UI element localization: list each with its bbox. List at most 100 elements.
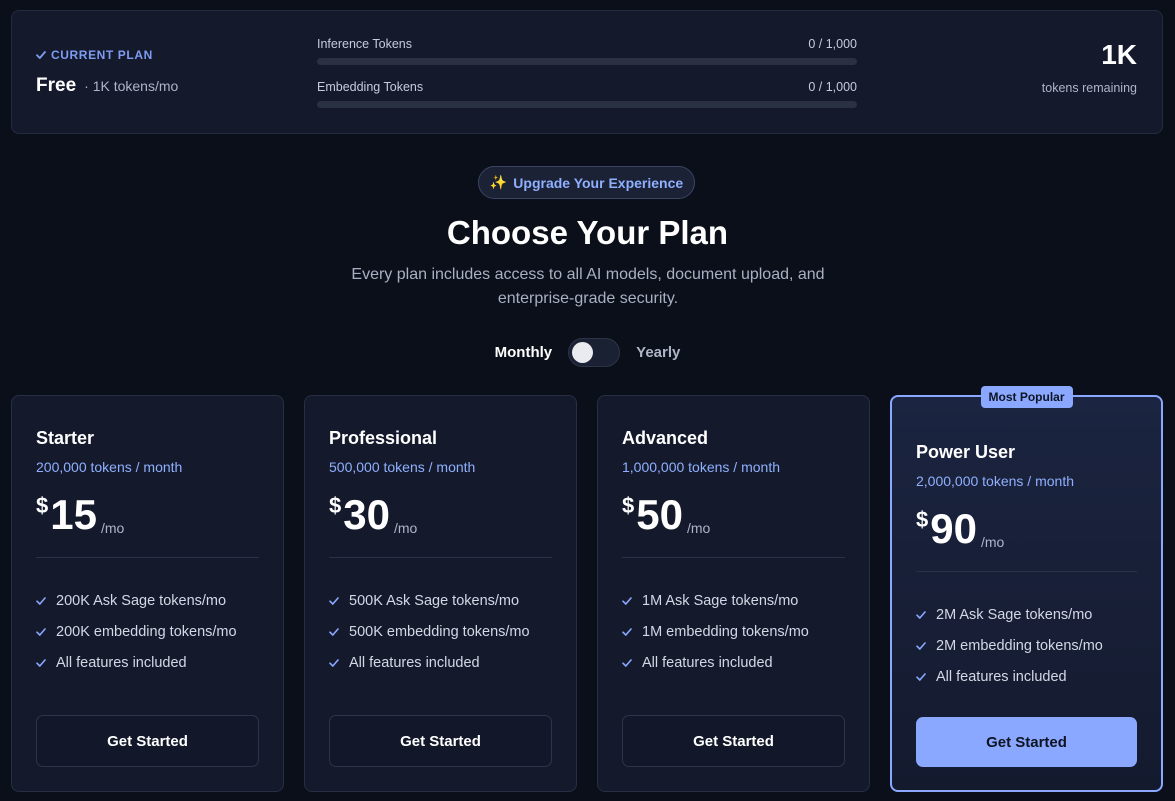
most-popular-badge: Most Popular: [980, 386, 1073, 408]
plan-card-power-user: Most Popular Power User 2,000,000 tokens…: [890, 386, 1163, 792]
plan-name: Starter: [36, 428, 95, 448]
check-icon: [36, 627, 46, 636]
check-icon: [916, 672, 926, 681]
feature-item: 1M Ask Sage tokens/mo: [622, 585, 845, 616]
feature-text: 500K Ask Sage tokens/mo: [349, 592, 520, 609]
plan-card-professional: Professional 500,000 tokens / month $ 30…: [304, 395, 577, 792]
feature-item: All features included: [36, 647, 259, 678]
get-started-button-professional[interactable]: Get Started: [329, 715, 552, 767]
feature-list: 500K Ask Sage tokens/mo 500K embedding t…: [329, 585, 552, 678]
check-icon: [329, 658, 339, 667]
price-currency: $: [622, 493, 635, 518]
embedding-usage-label: Embedding Tokens: [317, 80, 424, 94]
current-plan-name: Free: [36, 75, 77, 96]
check-icon: [622, 658, 632, 667]
upgrade-pill-label: Upgrade Your Experience: [513, 174, 684, 191]
feature-item: 2M Ask Sage tokens/mo: [916, 599, 1137, 630]
check-icon: [36, 596, 46, 605]
feature-list: 2M Ask Sage tokens/mo 2M embedding token…: [916, 599, 1137, 692]
get-started-button-starter[interactable]: Get Started: [36, 715, 259, 767]
feature-item: 200K embedding tokens/mo: [36, 616, 259, 647]
tokens-remaining-value: 1K: [1101, 39, 1137, 70]
check-icon: [622, 596, 632, 605]
current-plan-panel: CURRENT PLAN Free · 1K tokens/mo Inferen…: [11, 10, 1163, 134]
feature-list: 1M Ask Sage tokens/mo 1M embedding token…: [622, 585, 845, 678]
feature-text: All features included: [349, 654, 480, 671]
price-period: /mo: [686, 520, 711, 536]
billing-period-toggle[interactable]: [568, 338, 621, 367]
price-period: /mo: [980, 534, 1005, 550]
feature-item: All features included: [622, 647, 845, 678]
pricing-page: CURRENT PLAN Free · 1K tokens/mo Inferen…: [0, 0, 1175, 801]
feature-item: 1M embedding tokens/mo: [622, 616, 845, 647]
plan-tokens: 200,000 tokens / month: [36, 459, 183, 475]
inference-progress-bar: [317, 58, 857, 65]
price-period: /mo: [393, 520, 418, 536]
feature-text: 200K embedding tokens/mo: [56, 623, 237, 640]
billing-toggle-row: Monthly Yearly: [0, 338, 1175, 367]
get-started-button-power-user[interactable]: Get Started: [916, 717, 1137, 767]
feature-text: All features included: [936, 668, 1067, 685]
current-plan-tag: CURRENT PLAN: [36, 48, 153, 62]
check-icon: [916, 641, 926, 650]
check-icon: [329, 596, 339, 605]
plan-name: Power User: [916, 442, 1016, 462]
page-title: Choose Your Plan: [446, 214, 729, 251]
plan-card-starter: Starter 200,000 tokens / month $ 15 /mo …: [11, 395, 284, 792]
feature-text: 1M embedding tokens/mo: [642, 623, 809, 640]
plan-tokens: 1,000,000 tokens / month: [622, 459, 780, 475]
divider: [329, 557, 552, 558]
plan-tokens: 500,000 tokens / month: [329, 459, 476, 475]
check-icon: [916, 610, 926, 619]
price-period: /mo: [100, 520, 125, 536]
billing-monthly-label[interactable]: Monthly: [495, 344, 553, 361]
price-amount: 30: [343, 491, 390, 538]
tokens-remaining: 1K tokens remaining: [1041, 39, 1137, 96]
embedding-progress-bar: [317, 101, 857, 108]
plan-price: $ 90 /mo: [916, 507, 1137, 553]
embedding-usage: Embedding Tokens 0 / 1,000: [317, 80, 857, 108]
sparkle-icon: ✨: [489, 174, 508, 190]
divider: [622, 557, 845, 558]
check-icon: [36, 51, 46, 59]
feature-text: All features included: [642, 654, 773, 671]
get-started-button-advanced[interactable]: Get Started: [622, 715, 845, 767]
feature-text: 200K Ask Sage tokens/mo: [56, 592, 227, 609]
divider: [916, 571, 1137, 572]
feature-text: All features included: [56, 654, 187, 671]
price-currency: $: [329, 493, 342, 518]
feature-item: All features included: [329, 647, 552, 678]
feature-item: 500K embedding tokens/mo: [329, 616, 552, 647]
feature-text: 1M Ask Sage tokens/mo: [642, 592, 799, 609]
inference-usage-label: Inference Tokens: [317, 37, 412, 51]
plan-price: $ 50 /mo: [622, 493, 845, 539]
price-amount: 90: [930, 505, 977, 552]
toggle-knob: [572, 342, 594, 363]
check-icon: [329, 627, 339, 636]
feature-item: 200K Ask Sage tokens/mo: [36, 585, 259, 616]
tokens-remaining-label: tokens remaining: [1041, 81, 1137, 95]
plan-price: $ 30 /mo: [329, 493, 552, 539]
plan-price: $ 15 /mo: [36, 493, 259, 539]
plan-card-advanced: Advanced 1,000,000 tokens / month $ 50 /…: [597, 395, 870, 792]
check-icon: [36, 658, 46, 667]
price-currency: $: [36, 493, 49, 518]
feature-list: 200K Ask Sage tokens/mo 200K embedding t…: [36, 585, 259, 678]
inference-usage: Inference Tokens 0 / 1,000: [317, 37, 857, 65]
feature-item: 500K Ask Sage tokens/mo: [329, 585, 552, 616]
feature-text: 2M embedding tokens/mo: [936, 637, 1103, 654]
billing-yearly-label[interactable]: Yearly: [636, 344, 680, 361]
price-amount: 50: [636, 491, 683, 538]
feature-text: 2M Ask Sage tokens/mo: [936, 606, 1093, 623]
current-plan-subtitle: · 1K tokens/mo: [84, 78, 179, 94]
price-amount: 15: [50, 491, 97, 538]
plan-name: Advanced: [622, 428, 709, 448]
embedding-usage-value: 0 / 1,000: [808, 80, 857, 94]
upgrade-pill: ✨ Upgrade Your Experience: [478, 166, 695, 199]
feature-text: 500K embedding tokens/mo: [349, 623, 530, 640]
plan-tokens: 2,000,000 tokens / month: [916, 473, 1074, 489]
page-subtitle: Every plan includes access to all AI mod…: [351, 266, 825, 307]
current-plan-tag-label: CURRENT PLAN: [51, 48, 153, 62]
divider: [36, 557, 259, 558]
feature-item: All features included: [916, 661, 1137, 692]
